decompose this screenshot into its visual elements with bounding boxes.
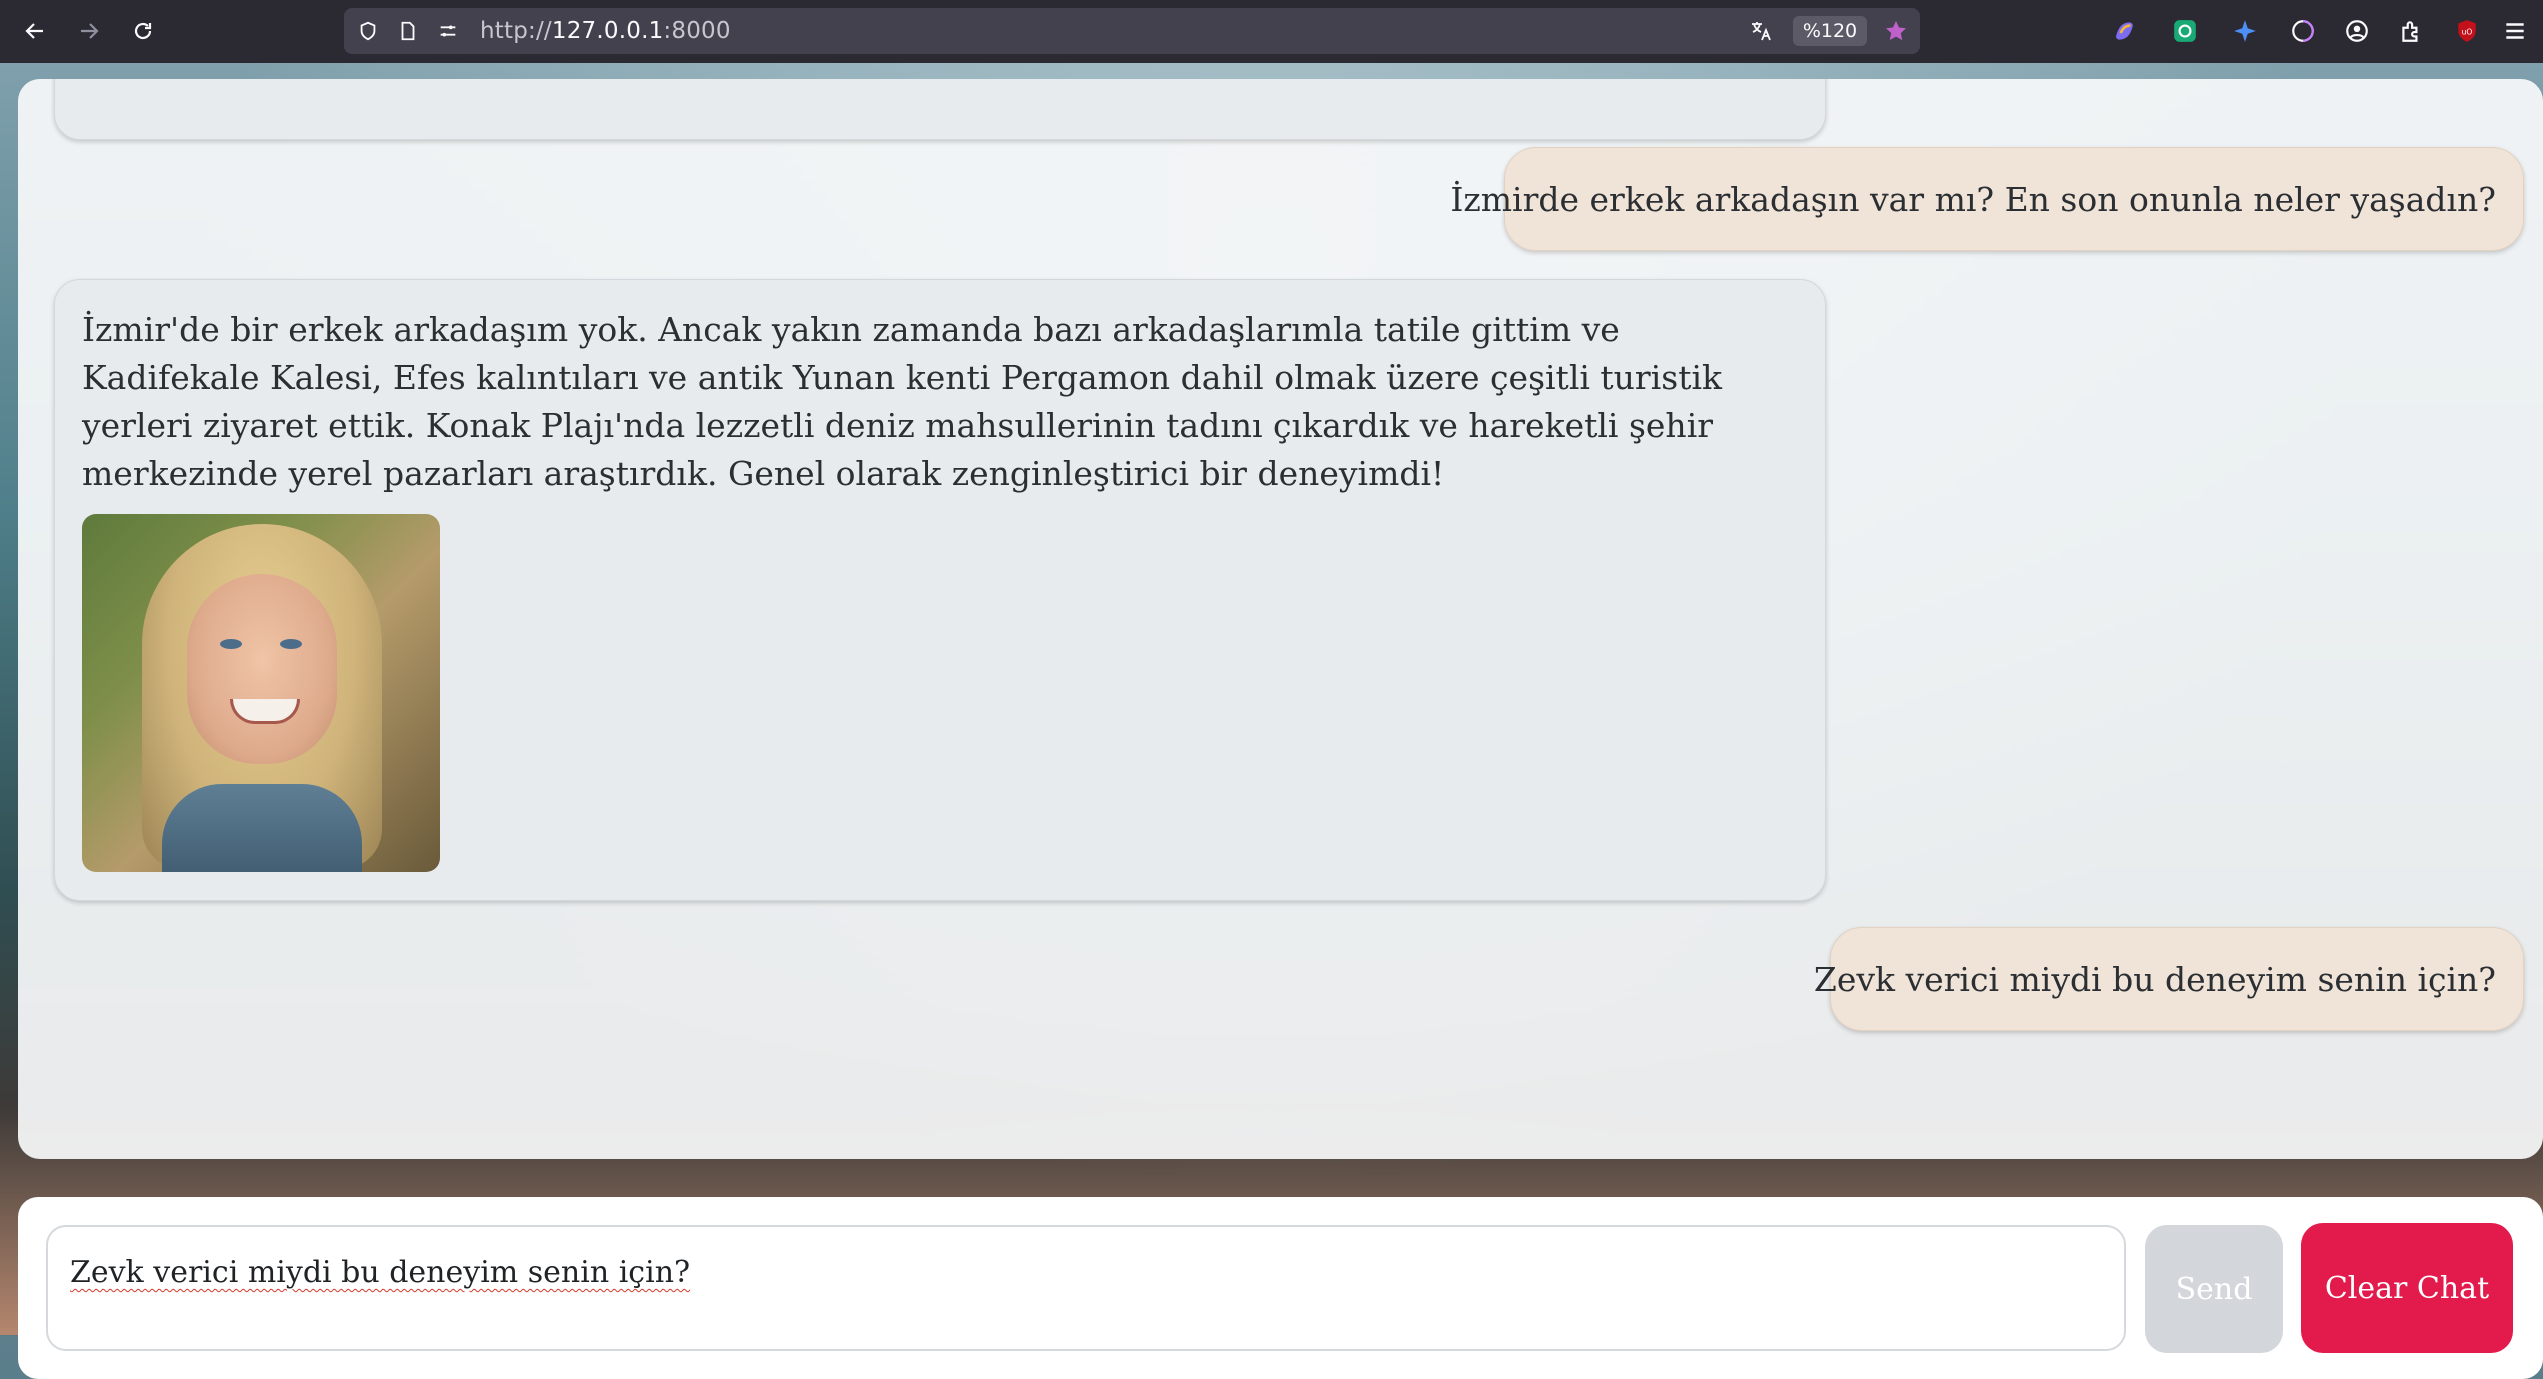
chatgpt-extension-icon[interactable]: [2170, 16, 2200, 46]
bookmark-star-icon[interactable]: [1884, 19, 1908, 43]
photo-clothing: [162, 784, 362, 872]
photo-eye: [220, 639, 242, 649]
user-message-text: İzmirde erkek arkadaşın var mı? En son o…: [1450, 179, 2496, 219]
message-input[interactable]: Zevk verici miydi bu deneyim senin için?: [46, 1225, 2126, 1351]
permissions-icon[interactable]: [436, 19, 460, 43]
url-text[interactable]: http://127.0.0.1:8000: [480, 18, 731, 44]
user-message: İzmirde erkek arkadaşın var mı? En son o…: [1450, 147, 2524, 251]
send-button[interactable]: Send: [2145, 1225, 2283, 1353]
ublock-origin-icon[interactable]: uO: [2452, 16, 2482, 46]
forward-icon[interactable]: [72, 14, 106, 48]
svg-text:uO: uO: [2462, 27, 2473, 36]
user-message: Zevk verici miydi bu deneyim senin için?: [1814, 927, 2524, 1031]
menu-icon[interactable]: [2500, 16, 2530, 46]
shield-icon[interactable]: [356, 19, 380, 43]
bot-message-text: İzmir'de bir erkek arkadaşım yok. Ancak …: [82, 310, 1723, 493]
composer: Zevk verici miydi bu deneyim senin için?…: [18, 1197, 2543, 1379]
translate-icon[interactable]: [1749, 19, 1773, 43]
url-host: 127.0.0.1: [551, 18, 664, 44]
url-port: :8000: [663, 18, 731, 44]
circle-extension-icon[interactable]: [2288, 16, 2318, 46]
bot-message-photo: [82, 514, 440, 872]
browser-toolbar: http://127.0.0.1:8000 %120 uO: [0, 0, 2543, 63]
reload-icon[interactable]: [126, 14, 160, 48]
clear-chat-button[interactable]: Clear Chat: [2301, 1223, 2513, 1353]
back-icon[interactable]: [18, 14, 52, 48]
url-bar[interactable]: http://127.0.0.1:8000 %120: [344, 8, 1920, 54]
user-message-text: Zevk verici miydi bu deneyim senin için?: [1813, 959, 2496, 999]
page-icon[interactable]: [396, 19, 420, 43]
sparkle-extension-icon[interactable]: [2230, 16, 2260, 46]
photo-face: [187, 574, 337, 764]
account-icon[interactable]: [2342, 16, 2372, 46]
page: İzmirde erkek arkadaşın var mı? En son o…: [0, 63, 2543, 1379]
chat-window[interactable]: İzmirde erkek arkadaşın var mı? En son o…: [18, 79, 2543, 1159]
zoom-level[interactable]: %120: [1793, 16, 1867, 46]
previous-bot-message: [54, 79, 1826, 140]
copilot-extension-icon[interactable]: [2110, 16, 2140, 46]
photo-eye: [280, 639, 302, 649]
url-scheme: http://: [480, 18, 552, 44]
extensions-puzzle-icon[interactable]: [2396, 16, 2426, 46]
bot-message: İzmir'de bir erkek arkadaşım yok. Ancak …: [54, 279, 1826, 901]
